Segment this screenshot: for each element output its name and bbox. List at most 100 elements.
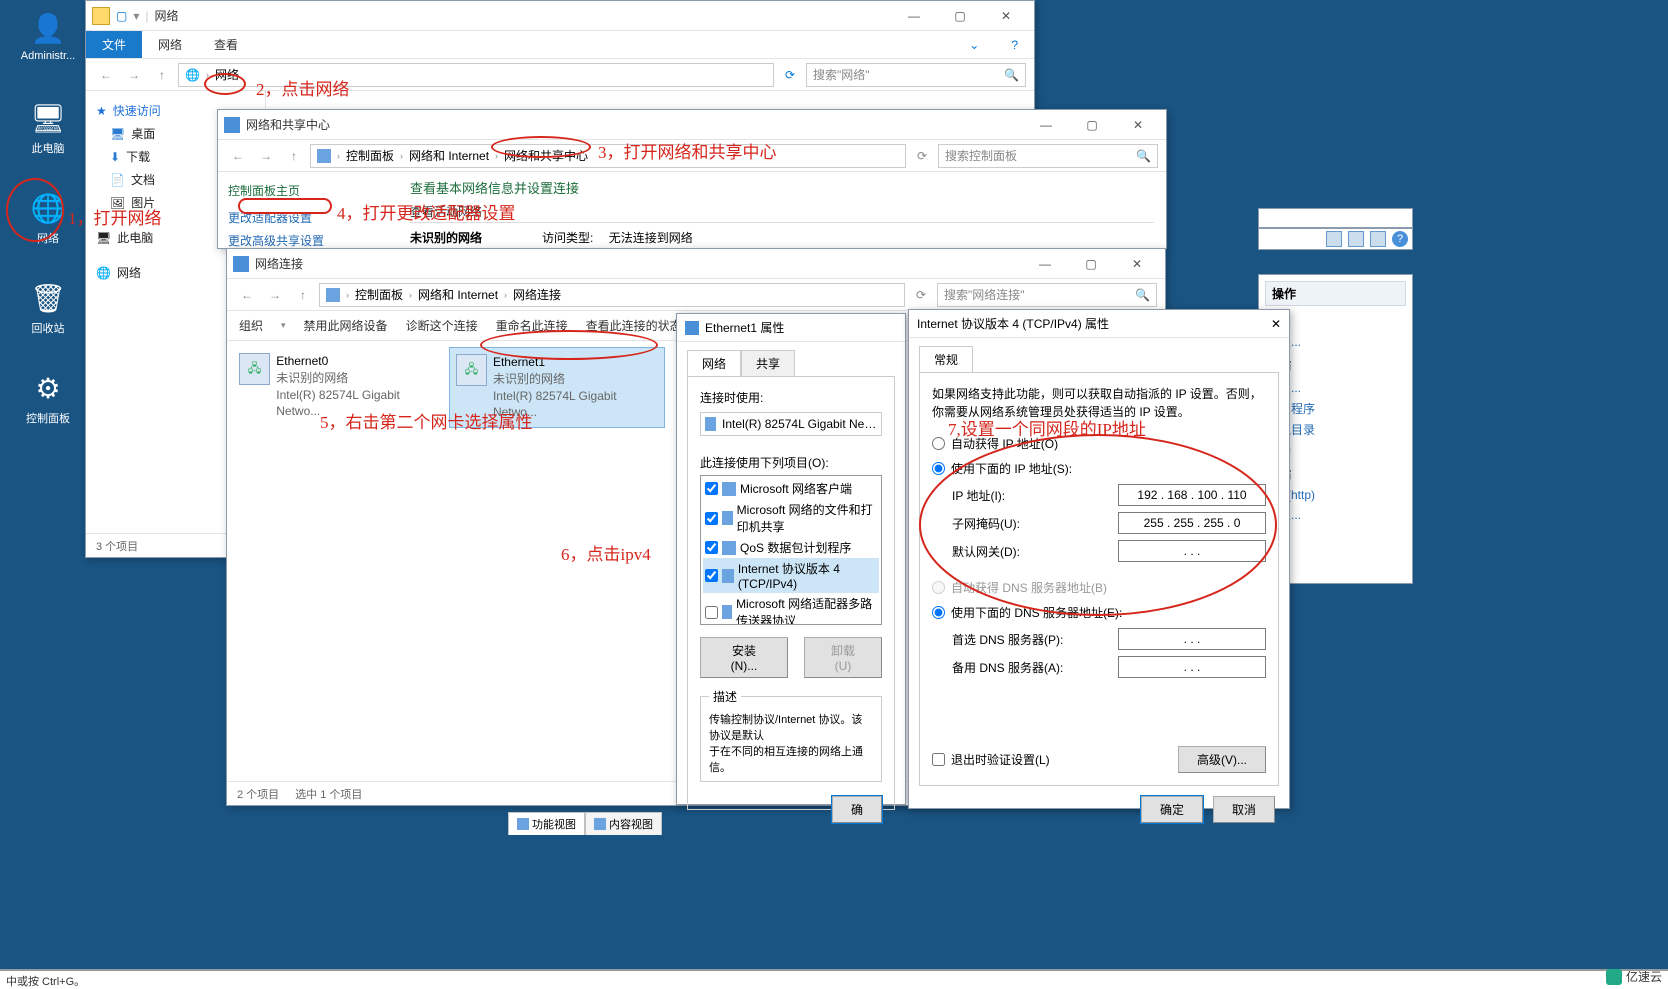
- pdns-input[interactable]: . . .: [1118, 628, 1266, 650]
- titlebar[interactable]: ▢ ▾ | 网络 ― ▢ ✕: [86, 1, 1034, 31]
- qat-icon[interactable]: ▢: [116, 9, 127, 23]
- toolbar-organize[interactable]: 组织: [239, 317, 263, 334]
- label: 文档: [131, 171, 155, 188]
- install-button[interactable]: 安装(N)...: [700, 637, 788, 678]
- chk-validate[interactable]: 退出时验证设置(L): [932, 751, 1050, 768]
- menu-network[interactable]: 网络: [142, 31, 198, 58]
- component-ipv4[interactable]: Internet 协议版本 4 (TCP/IPv4): [738, 560, 877, 591]
- minimize-button[interactable]: ―: [1023, 250, 1067, 278]
- radio-auto-ip[interactable]: 自动获得 IP 地址(O): [932, 435, 1266, 452]
- iis-tool-icon[interactable]: [1326, 231, 1342, 247]
- crumb[interactable]: 网络连接: [513, 286, 561, 303]
- cancel-button[interactable]: 取消: [1213, 796, 1275, 823]
- minimize-button[interactable]: ―: [892, 2, 936, 30]
- ip-input[interactable]: 192 . 168 . 100 . 110: [1118, 484, 1266, 506]
- ok-button-partial[interactable]: 确: [832, 796, 882, 823]
- up-button[interactable]: ↑: [291, 283, 315, 307]
- toolbar-diagnose[interactable]: 诊断这个连接: [406, 317, 478, 334]
- component-label: Microsoft 网络适配器多路传送器协议: [736, 595, 877, 625]
- adapter-status: 未识别的网络: [276, 370, 443, 387]
- crumb[interactable]: 网络和 Internet: [418, 286, 498, 303]
- label: 退出时验证设置(L): [951, 751, 1050, 768]
- desktop-icon-admin[interactable]: Administr...: [12, 10, 84, 62]
- refresh-button[interactable]: ⟳: [909, 283, 933, 307]
- refresh-button[interactable]: ⟳: [910, 144, 934, 168]
- desktop-icon-controlpanel[interactable]: 控制面板: [12, 370, 84, 426]
- crumb[interactable]: 网络和 Internet: [409, 147, 489, 164]
- search-input[interactable]: 搜索"网络"🔍: [806, 63, 1026, 87]
- search-input[interactable]: 搜索"网络连接"🔍: [937, 283, 1157, 307]
- component-list[interactable]: Microsoft 网络客户端 Microsoft 网络的文件和打印机共享 Qo…: [700, 475, 882, 625]
- maximize-button[interactable]: ▢: [1069, 250, 1113, 278]
- tab-share[interactable]: 共享: [741, 350, 795, 376]
- forward-button[interactable]: →: [263, 283, 287, 307]
- search-icon: 🔍: [1136, 149, 1151, 163]
- titlebar[interactable]: 网络连接 ― ▢ ✕: [227, 249, 1165, 279]
- iis-tool-icon[interactable]: [1348, 231, 1364, 247]
- view-tab-nei[interactable]: 内容视图: [585, 812, 662, 835]
- chk[interactable]: [705, 541, 718, 554]
- maximize-button[interactable]: ▢: [1070, 111, 1114, 139]
- up-button[interactable]: ↑: [282, 144, 306, 168]
- toolbar-status[interactable]: 查看此连接的状态: [586, 317, 682, 334]
- expand-ribbon-button[interactable]: ⌄: [953, 31, 995, 58]
- ok-button[interactable]: 确定: [1141, 796, 1203, 823]
- mask-input[interactable]: 255 . 255 . 255 . 0: [1118, 512, 1266, 534]
- menu-file[interactable]: 文件: [86, 31, 142, 58]
- forward-button[interactable]: →: [122, 63, 146, 87]
- help-icon[interactable]: ?: [995, 31, 1034, 58]
- up-button[interactable]: ↑: [150, 63, 174, 87]
- dialog-titlebar[interactable]: Internet 协议版本 4 (TCP/IPv4) 属性 ✕: [909, 310, 1289, 338]
- dialog-titlebar[interactable]: Ethernet1 属性: [677, 314, 905, 342]
- ip-label: IP 地址(I):: [952, 487, 1005, 504]
- minimize-button[interactable]: ―: [1024, 111, 1068, 139]
- radio-use-dns[interactable]: 使用下面的 DNS 服务器地址(E):: [932, 604, 1266, 621]
- iis-tool-icon[interactable]: [1370, 231, 1386, 247]
- view-tab-gong[interactable]: 功能视图: [508, 812, 585, 835]
- desktop-icon-recycle[interactable]: 回收站: [12, 280, 84, 336]
- adapter-eth0[interactable]: 🖧 Ethernet0 未识别的网络 Intel(R) 82574L Gigab…: [233, 347, 449, 428]
- advanced-button[interactable]: 高级(V)...: [1178, 746, 1266, 773]
- tab-general[interactable]: 常规: [919, 346, 973, 372]
- crumb[interactable]: 网络: [215, 66, 239, 83]
- back-button[interactable]: ←: [94, 63, 118, 87]
- chk[interactable]: [705, 482, 718, 495]
- placeholder: 搜索"网络": [813, 66, 870, 83]
- breadcrumb[interactable]: ›控制面板 ›网络和 Internet ›网络和共享中心: [310, 144, 906, 168]
- desktop-icon-network[interactable]: 网络: [12, 190, 84, 246]
- refresh-button[interactable]: ⟳: [778, 63, 802, 87]
- link-advshare[interactable]: 更改高级共享设置: [228, 232, 388, 249]
- breadcrumb[interactable]: › 网络: [178, 63, 774, 87]
- maximize-button[interactable]: ▢: [938, 2, 982, 30]
- gw-input[interactable]: . . .: [1118, 540, 1266, 562]
- search-input[interactable]: 搜索控制面板🔍: [938, 144, 1158, 168]
- titlebar[interactable]: 网络和共享中心 ― ▢ ✕: [218, 110, 1166, 140]
- link-adapter-settings[interactable]: 更改适配器设置: [228, 209, 388, 226]
- crumb[interactable]: 控制面板: [355, 286, 403, 303]
- crumb[interactable]: 网络和共享中心: [504, 147, 588, 164]
- access-label: 访问类型:: [542, 231, 593, 245]
- forward-button[interactable]: →: [254, 144, 278, 168]
- desktop-icon-thispc[interactable]: 此电脑: [12, 100, 84, 156]
- qat-icon[interactable]: ▾: [133, 9, 139, 23]
- close-button[interactable]: ✕: [1271, 317, 1281, 331]
- close-button[interactable]: ✕: [984, 2, 1028, 30]
- adns-input[interactable]: . . .: [1118, 656, 1266, 678]
- back-button[interactable]: ←: [235, 283, 259, 307]
- toolbar-rename[interactable]: 重命名此连接: [496, 317, 568, 334]
- chk[interactable]: [705, 512, 718, 525]
- adapter-eth1[interactable]: 🖧 Ethernet1 未识别的网络 Intel(R) 82574L Gigab…: [449, 347, 665, 428]
- back-button[interactable]: ←: [226, 144, 250, 168]
- close-button[interactable]: ✕: [1115, 250, 1159, 278]
- close-button[interactable]: ✕: [1116, 111, 1160, 139]
- help-icon[interactable]: ?: [1392, 231, 1408, 247]
- crumb[interactable]: 控制面板: [346, 147, 394, 164]
- chk[interactable]: [705, 569, 718, 582]
- menu-view[interactable]: 查看: [198, 31, 254, 58]
- tab-network[interactable]: 网络: [687, 350, 741, 376]
- breadcrumb[interactable]: ›控制面板 ›网络和 Internet ›网络连接: [319, 283, 905, 307]
- toolbar-disable[interactable]: 禁用此网络设备: [304, 317, 388, 334]
- radio-use-ip[interactable]: 使用下面的 IP 地址(S):: [932, 460, 1266, 477]
- chk[interactable]: [705, 606, 718, 619]
- pic-icon: [110, 196, 125, 210]
